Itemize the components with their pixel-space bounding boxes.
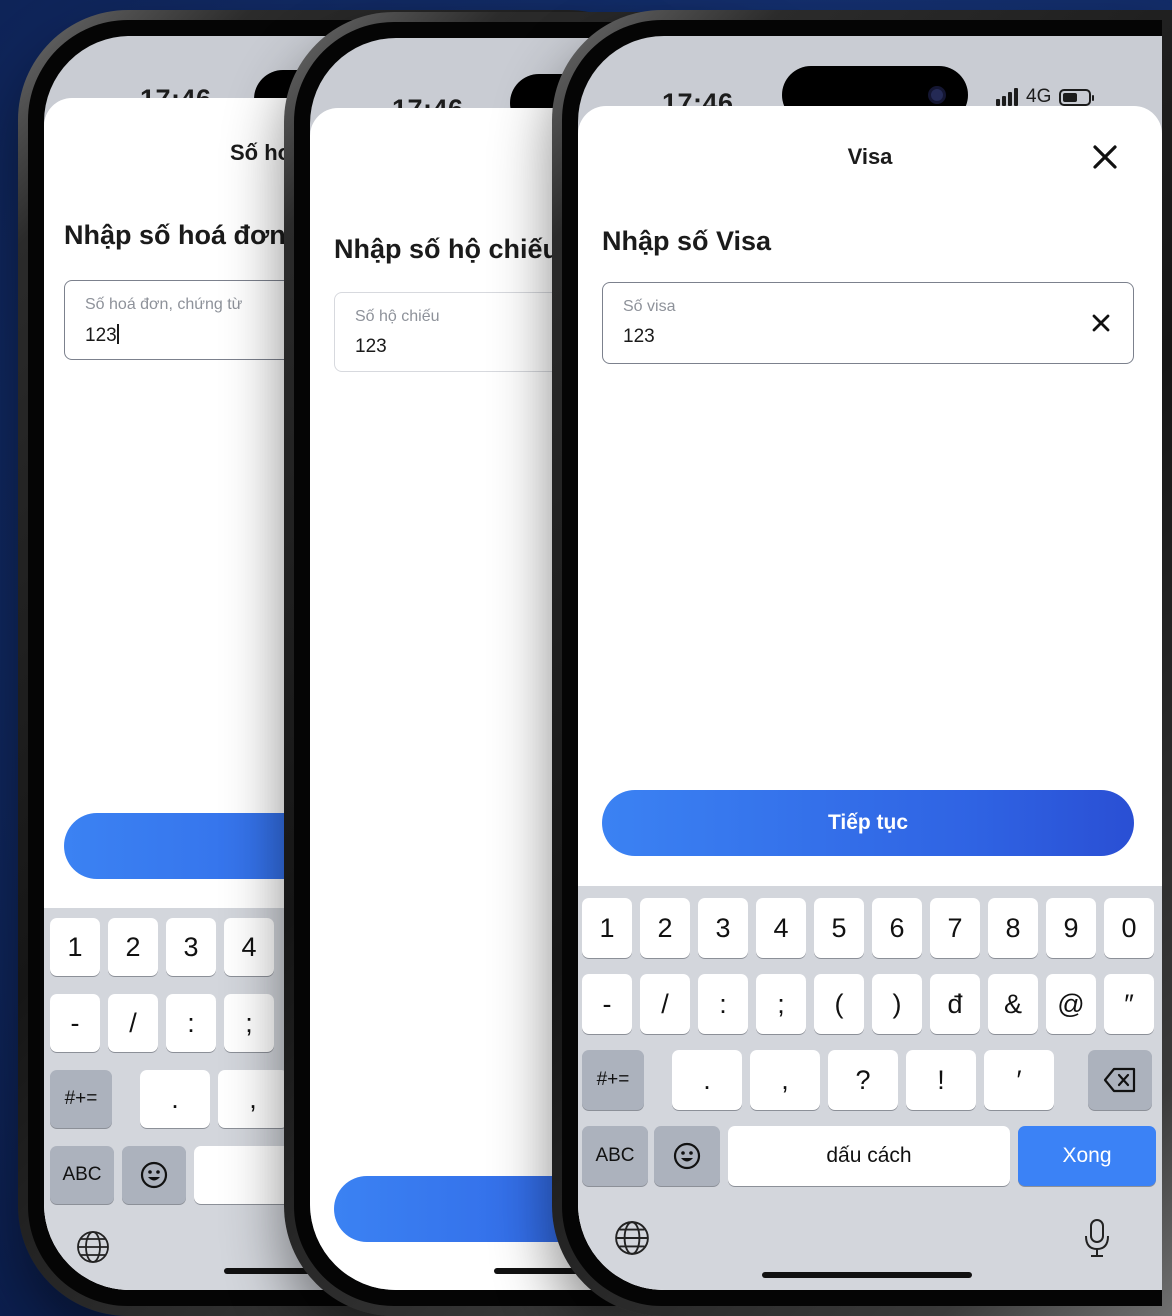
- key-d-stroke[interactable]: đ: [930, 974, 980, 1034]
- key-0[interactable]: 0: [1104, 898, 1154, 958]
- globe-icon: [77, 1231, 109, 1263]
- key-comma[interactable]: ,: [750, 1050, 820, 1110]
- key-slash[interactable]: /: [108, 994, 158, 1052]
- key-4[interactable]: 4: [756, 898, 806, 958]
- key-abc[interactable]: ABC: [50, 1146, 114, 1204]
- microphone-icon: [1085, 1219, 1109, 1257]
- sheet-title: Visa: [847, 144, 893, 169]
- key-2[interactable]: 2: [108, 918, 158, 976]
- battery-icon: [1059, 88, 1095, 106]
- key-8[interactable]: 8: [988, 898, 1038, 958]
- phone-visa-screen: 1 7:4 6 4G Visa Nhập số Visa Số visa 123 T…: [578, 36, 1162, 1290]
- sheet-title: Số ho: [230, 140, 292, 165]
- key-colon[interactable]: :: [698, 974, 748, 1034]
- signal-icon: [996, 88, 1018, 106]
- key-quote[interactable]: ″: [1104, 974, 1154, 1034]
- key-4[interactable]: 4: [224, 918, 274, 976]
- page-heading: Nhập số hoá đơn: [64, 220, 286, 250]
- key-at[interactable]: @: [1046, 974, 1096, 1034]
- emoji-icon: [673, 1142, 701, 1170]
- key-ampersand[interactable]: &: [988, 974, 1038, 1034]
- visa-input[interactable]: Số visa 123: [602, 282, 1134, 364]
- close-icon: [1093, 145, 1117, 169]
- status-icons: 4G: [996, 86, 1095, 108]
- key-globe[interactable]: [76, 1230, 110, 1269]
- key-period[interactable]: .: [672, 1050, 742, 1110]
- key-2[interactable]: 2: [640, 898, 690, 958]
- key-period[interactable]: .: [140, 1070, 210, 1128]
- key-dash[interactable]: -: [50, 994, 100, 1052]
- keyboard: 1 2 3 4 5 6 7 8 9 0 - / : ; ( ) đ & @ ″: [578, 886, 1162, 1290]
- continue-button[interactable]: Tiếp tục: [602, 790, 1134, 856]
- key-open-paren[interactable]: (: [814, 974, 864, 1034]
- sheet: Visa Nhập số Visa Số visa 123 Tiếp tục 1…: [578, 106, 1162, 1290]
- backspace-icon: [1103, 1067, 1136, 1093]
- key-done[interactable]: Xong: [1018, 1126, 1156, 1186]
- key-dash[interactable]: -: [582, 974, 632, 1034]
- text-caret: [116, 324, 119, 344]
- key-3[interactable]: 3: [166, 918, 216, 976]
- key-symbols[interactable]: #+=: [50, 1070, 112, 1128]
- key-9[interactable]: 9: [1046, 898, 1096, 958]
- field-value: 123: [623, 326, 655, 347]
- key-symbols[interactable]: #+=: [582, 1050, 644, 1110]
- home-indicator: [762, 1272, 972, 1278]
- key-question[interactable]: ?: [828, 1050, 898, 1110]
- camera-dot-icon: [928, 86, 946, 104]
- key-dictation[interactable]: [1082, 1218, 1112, 1263]
- key-1[interactable]: 1: [582, 898, 632, 958]
- emoji-icon: [140, 1161, 168, 1189]
- key-7[interactable]: 7: [930, 898, 980, 958]
- key-close-paren[interactable]: ): [872, 974, 922, 1034]
- page-heading: Nhập số Visa: [602, 226, 772, 256]
- key-emoji[interactable]: [122, 1146, 186, 1204]
- key-space[interactable]: dấu cách: [728, 1126, 1010, 1186]
- phone-visa: 1 7:4 6 4G Visa Nhập số Visa Số visa 123 T…: [552, 10, 1172, 1316]
- key-6[interactable]: 6: [872, 898, 922, 958]
- key-5[interactable]: 5: [814, 898, 864, 958]
- clear-button[interactable]: [1089, 311, 1113, 335]
- key-exclaim[interactable]: !: [906, 1050, 976, 1110]
- key-globe[interactable]: [614, 1220, 650, 1261]
- key-abc[interactable]: ABC: [582, 1126, 648, 1186]
- key-1[interactable]: 1: [50, 918, 100, 976]
- key-comma[interactable]: ,: [218, 1070, 288, 1128]
- field-label: Số hoá đơn, chứng từ: [85, 296, 243, 313]
- key-semicolon[interactable]: ;: [756, 974, 806, 1034]
- globe-icon: [615, 1221, 649, 1255]
- field-value: 123: [355, 336, 387, 357]
- clear-icon: [1092, 314, 1110, 332]
- key-apostrophe[interactable]: ′: [984, 1050, 1054, 1110]
- field-label: Số hộ chiếu: [355, 308, 440, 325]
- key-semicolon[interactable]: ;: [224, 994, 274, 1052]
- field-label: Số visa: [623, 298, 676, 315]
- key-colon[interactable]: :: [166, 994, 216, 1052]
- key-emoji[interactable]: [654, 1126, 720, 1186]
- field-value: 123: [85, 325, 117, 346]
- close-button[interactable]: [1088, 140, 1122, 174]
- key-3[interactable]: 3: [698, 898, 748, 958]
- network-label: 4G: [1026, 86, 1052, 107]
- backspace-key[interactable]: [1088, 1050, 1152, 1110]
- key-slash[interactable]: /: [640, 974, 690, 1034]
- page-heading: Nhập số hộ chiếu: [334, 234, 560, 264]
